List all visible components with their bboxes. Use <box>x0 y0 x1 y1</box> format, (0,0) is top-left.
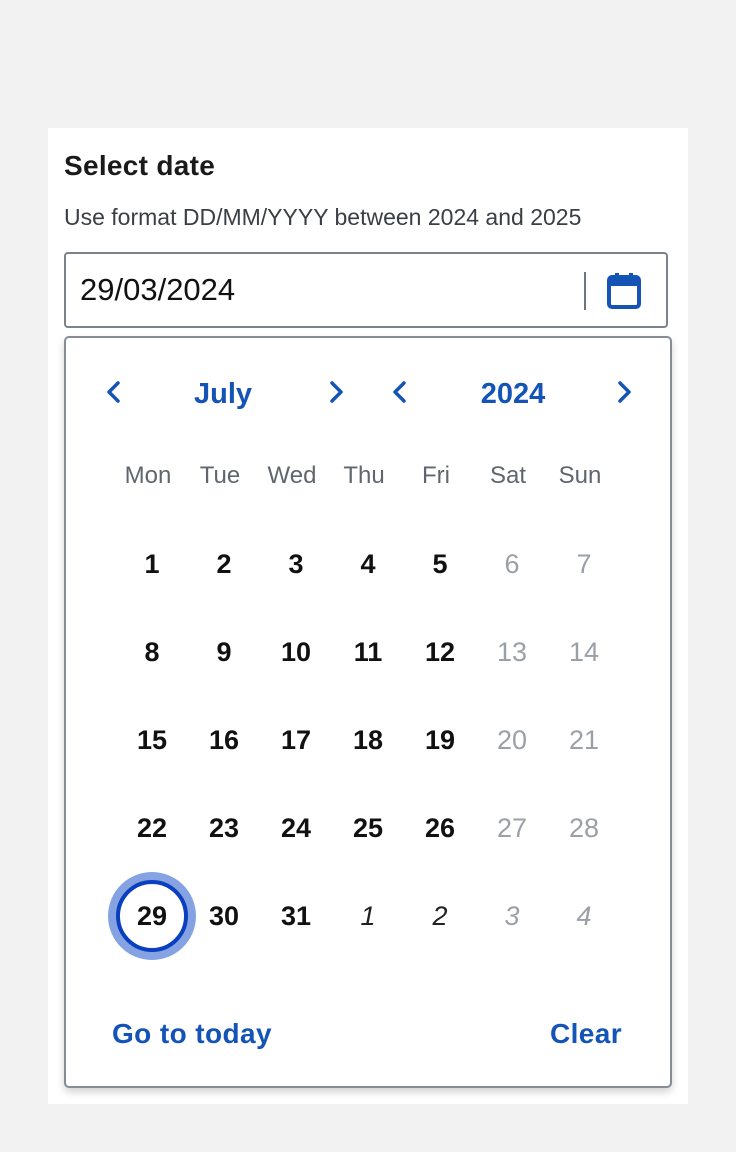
chevron-right-icon <box>330 381 343 403</box>
day-cell[interactable]: 26 <box>404 798 476 858</box>
calendar-popup: July 2024 Mon Tue Wed Thu Fri Sat Sun 1 … <box>64 336 672 1088</box>
next-year-button[interactable] <box>602 368 646 416</box>
prev-month-button[interactable] <box>92 368 136 416</box>
day-cell[interactable]: 1 <box>116 534 188 594</box>
day-cell[interactable]: 15 <box>116 710 188 770</box>
weekday-header: Fri <box>422 462 450 489</box>
go-to-today-button[interactable]: Go to today <box>112 1012 272 1056</box>
weekday-header: Mon <box>124 462 172 489</box>
field-title: Select date <box>64 150 216 181</box>
day-cell[interactable]: 24 <box>260 798 332 858</box>
day-cell-weekend[interactable]: 7 <box>548 534 620 594</box>
day-cell[interactable]: 23 <box>188 798 260 858</box>
day-cell-weekend[interactable]: 20 <box>476 710 548 770</box>
calendar-icon <box>607 273 641 309</box>
field-hint: Use format DD/MM/YYYY between 2024 and 2… <box>64 204 582 230</box>
day-cell[interactable]: 8 <box>116 622 188 682</box>
day-cell[interactable]: 9 <box>188 622 260 682</box>
day-cell-selected[interactable]: 29 <box>116 886 188 946</box>
calendar-button[interactable] <box>604 271 644 311</box>
day-cell[interactable]: 12 <box>404 622 476 682</box>
month-label[interactable]: July <box>148 374 298 414</box>
day-cell-weekend[interactable]: 13 <box>476 622 548 682</box>
date-input[interactable] <box>80 254 560 326</box>
day-cell[interactable]: 31 <box>260 886 332 946</box>
next-month-button[interactable] <box>314 368 358 416</box>
day-cell[interactable]: 3 <box>260 534 332 594</box>
chevron-left-icon <box>393 381 406 403</box>
chevron-right-icon <box>618 381 631 403</box>
day-cell-weekend[interactable]: 27 <box>476 798 548 858</box>
year-label[interactable]: 2024 <box>438 374 588 414</box>
day-cell[interactable]: 17 <box>260 710 332 770</box>
clear-button[interactable]: Clear <box>550 1012 622 1056</box>
day-cell-next-month[interactable]: 1 <box>332 886 404 946</box>
weekday-header: Sun <box>558 462 602 489</box>
chevron-left-icon <box>107 381 120 403</box>
day-cell[interactable]: 4 <box>332 534 404 594</box>
day-cell-weekend[interactable]: 28 <box>548 798 620 858</box>
day-cell[interactable]: 30 <box>188 886 260 946</box>
day-cell-next-month[interactable]: 4 <box>548 886 620 946</box>
prev-year-button[interactable] <box>378 368 422 416</box>
day-cell[interactable]: 10 <box>260 622 332 682</box>
day-cell[interactable]: 19 <box>404 710 476 770</box>
weekday-header: Thu <box>343 462 385 489</box>
day-cell[interactable]: 25 <box>332 798 404 858</box>
day-cell[interactable]: 11 <box>332 622 404 682</box>
weekday-header: Wed <box>267 462 317 489</box>
date-field <box>64 252 668 328</box>
day-cell[interactable]: 22 <box>116 798 188 858</box>
day-cell[interactable]: 18 <box>332 710 404 770</box>
date-picker-card: Select date Use format DD/MM/YYYY betwee… <box>48 128 688 1104</box>
day-cell-next-month[interactable]: 3 <box>476 886 548 946</box>
day-cell-weekend[interactable]: 6 <box>476 534 548 594</box>
day-cell-next-month[interactable]: 2 <box>404 886 476 946</box>
day-cell[interactable]: 16 <box>188 710 260 770</box>
day-cell[interactable]: 5 <box>404 534 476 594</box>
day-cell[interactable]: 2 <box>188 534 260 594</box>
weekday-header: Tue <box>199 462 241 489</box>
weekday-header: Sat <box>489 462 527 489</box>
input-divider <box>584 272 586 310</box>
day-cell-weekend[interactable]: 14 <box>548 622 620 682</box>
day-cell-weekend[interactable]: 21 <box>548 710 620 770</box>
